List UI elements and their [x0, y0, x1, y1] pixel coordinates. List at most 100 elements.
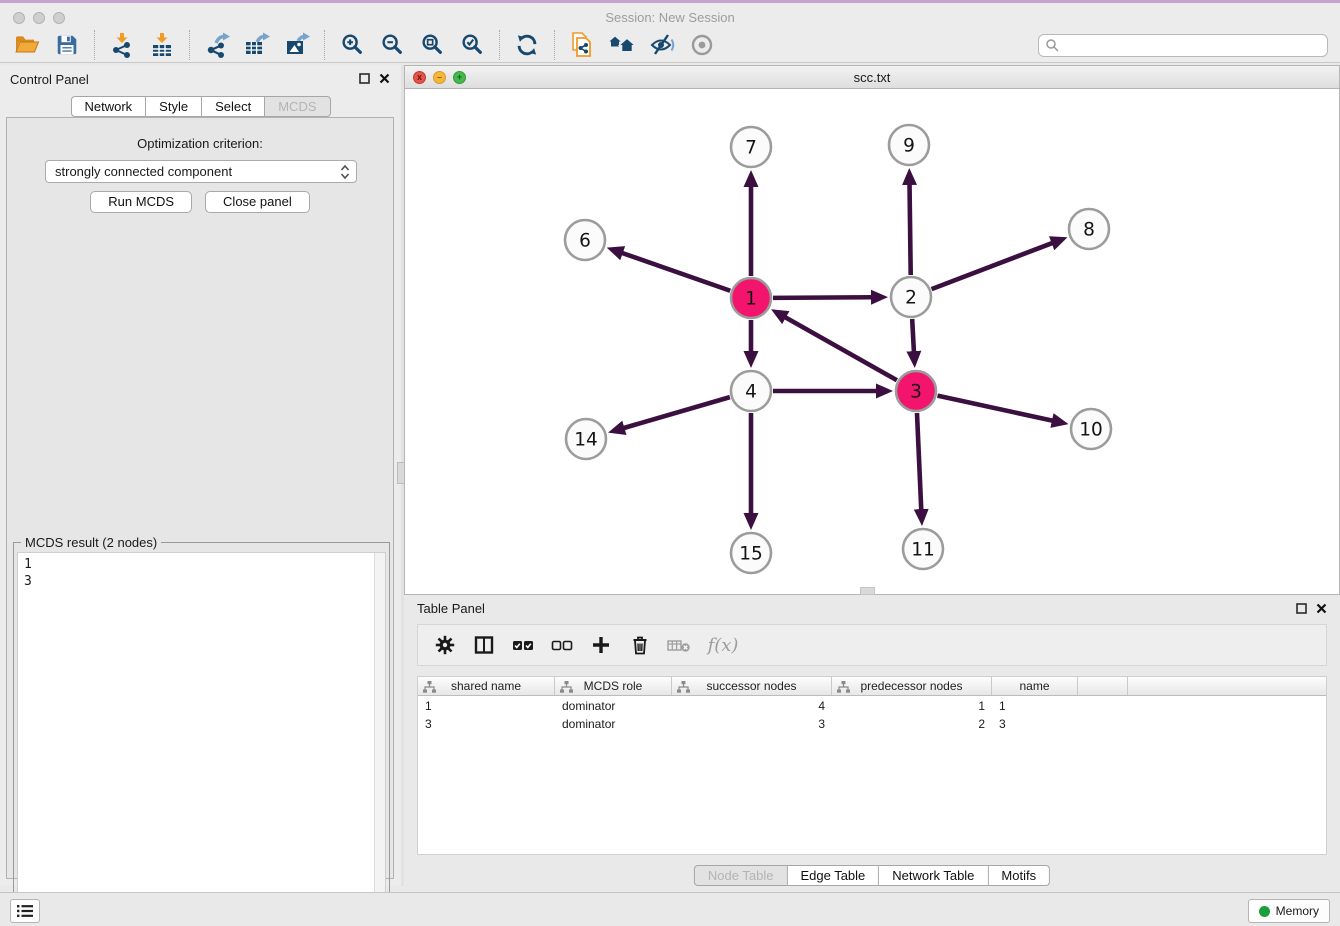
table-row[interactable]: 1dominator411: [418, 698, 1326, 714]
float-panel-icon[interactable]: [358, 72, 371, 85]
graph-node-label-8: 8: [1083, 220, 1095, 241]
tab-node-table[interactable]: Node Table: [694, 865, 788, 886]
tab-network[interactable]: Network: [70, 96, 146, 117]
refresh-view-button[interactable]: [510, 30, 544, 60]
zoom-in-button[interactable]: [335, 30, 369, 60]
new-network-from-selection-button[interactable]: [565, 30, 599, 60]
column-header-label: shared name: [451, 679, 521, 693]
table-cell[interactable]: 1: [418, 699, 555, 713]
graph-node-label-15: 15: [739, 544, 763, 565]
table-cell[interactable]: dominator: [555, 717, 672, 731]
close-table-panel-icon[interactable]: [1315, 602, 1328, 615]
search-input[interactable]: [1063, 38, 1321, 52]
show-panels-button[interactable]: [10, 899, 40, 923]
graph-edge-2-3[interactable]: [912, 319, 914, 352]
session-title: Session: New Session: [0, 10, 1340, 25]
graph-edge-3-10[interactable]: [937, 396, 1052, 421]
float-table-panel-icon[interactable]: [1295, 602, 1308, 615]
graph-edge-3-1[interactable]: [785, 317, 897, 380]
delete-table-button[interactable]: [664, 630, 694, 660]
control-panel-title: Control Panel: [10, 72, 89, 87]
select-all-columns-button[interactable]: [508, 630, 538, 660]
table-options-button[interactable]: [430, 630, 460, 660]
tab-network-table[interactable]: Network Table: [879, 865, 988, 886]
mcds-result-scrollbar[interactable]: [374, 553, 385, 919]
graph-edge-3-11[interactable]: [917, 413, 921, 510]
function-builder-button[interactable]: f(x): [703, 630, 743, 660]
plus-icon: [590, 634, 612, 656]
column-header-successor-nodes[interactable]: successor nodes: [672, 677, 832, 695]
show-all-button[interactable]: [605, 30, 639, 60]
export-image-button[interactable]: [280, 30, 314, 60]
table-row[interactable]: 3dominator323: [418, 716, 1326, 732]
zoom-in-icon: [339, 32, 365, 58]
toolbar-separator: [189, 30, 190, 60]
import-table-button[interactable]: [145, 30, 179, 60]
hide-selected-button[interactable]: [645, 30, 679, 60]
tab-select[interactable]: Select: [202, 96, 265, 117]
column-header-label: MCDS role: [584, 679, 643, 693]
tab-style[interactable]: Style: [146, 96, 202, 117]
unselect-all-columns-button[interactable]: [547, 630, 577, 660]
eye-disabled-icon: [688, 32, 716, 58]
show-hidden-button[interactable]: [685, 30, 719, 60]
table-cell[interactable]: 3: [672, 717, 832, 731]
column-header-shared-name[interactable]: shared name: [418, 677, 555, 695]
delete-column-button[interactable]: [625, 630, 655, 660]
mcds-tab-content: Optimization criterion: strongly connect…: [6, 117, 394, 879]
graph-edge-4-14[interactable]: [623, 397, 729, 428]
graph-edge-2-9[interactable]: [910, 184, 911, 275]
main-titlebar: Session: New Session: [0, 3, 1340, 28]
show-column-button[interactable]: [469, 630, 499, 660]
tab-mcds[interactable]: MCDS: [265, 96, 330, 117]
column-header-name[interactable]: name: [992, 677, 1078, 695]
table-cell[interactable]: 1: [992, 699, 1078, 713]
table-cell[interactable]: dominator: [555, 699, 672, 713]
column-header-predecessor-nodes[interactable]: predecessor nodes: [832, 677, 992, 695]
tab-edge-table[interactable]: Edge Table: [787, 865, 879, 886]
graph-edge-2-8[interactable]: [932, 243, 1053, 289]
network-canvas-svg: 1234678910111415: [405, 89, 1339, 594]
tab-motifs[interactable]: Motifs: [988, 865, 1050, 886]
table-cell[interactable]: 3: [992, 717, 1078, 731]
import-network-button[interactable]: [105, 30, 139, 60]
statusbar: Memory: [0, 892, 1340, 926]
close-panel-icon[interactable]: [378, 72, 391, 85]
zoom-selected-button[interactable]: [455, 30, 489, 60]
export-network-button[interactable]: [200, 30, 234, 60]
homes-icon: [607, 32, 637, 58]
table-cell[interactable]: 1: [832, 699, 992, 713]
export-table-button[interactable]: [240, 30, 274, 60]
graph-edge-1-6[interactable]: [622, 253, 730, 291]
import-table-icon: [149, 32, 175, 58]
mcds-result-fieldset: MCDS result (2 nodes) 13: [13, 542, 390, 924]
graph-node-label-7: 7: [745, 138, 757, 159]
run-mcds-button[interactable]: Run MCDS: [90, 191, 192, 213]
export-table-icon: [243, 31, 271, 59]
fx-icon: f(x): [708, 635, 739, 656]
close-panel-button[interactable]: Close panel: [205, 191, 310, 213]
column-header-MCDS-role[interactable]: MCDS role: [555, 677, 672, 695]
save-floppy-icon: [54, 32, 80, 58]
graph-node-label-3: 3: [910, 382, 922, 403]
column-header-label: name: [1019, 679, 1049, 693]
zoom-out-button[interactable]: [375, 30, 409, 60]
optimization-criterion-label: Optimization criterion:: [7, 136, 393, 151]
criterion-dropdown[interactable]: strongly connected component: [45, 160, 357, 183]
network-view-window: x – + scc.txt 1234678910111415: [404, 65, 1340, 595]
list-icon: [16, 903, 34, 919]
network-canvas[interactable]: 1234678910111415: [405, 89, 1339, 594]
create-column-button[interactable]: [586, 630, 616, 660]
save-session-button[interactable]: [50, 30, 84, 60]
horizontal-splitter-handle[interactable]: [860, 587, 875, 595]
table-cell[interactable]: 4: [672, 699, 832, 713]
trash-icon: [629, 634, 651, 656]
graph-edge-1-2[interactable]: [773, 297, 872, 298]
zoom-fit-button[interactable]: [415, 30, 449, 60]
search-box[interactable]: [1038, 34, 1328, 57]
open-session-button[interactable]: [10, 30, 44, 60]
zoom-selected-icon: [459, 32, 485, 58]
table-cell[interactable]: 2: [832, 717, 992, 731]
table-cell[interactable]: 3: [418, 717, 555, 731]
memory-button[interactable]: Memory: [1248, 899, 1330, 923]
